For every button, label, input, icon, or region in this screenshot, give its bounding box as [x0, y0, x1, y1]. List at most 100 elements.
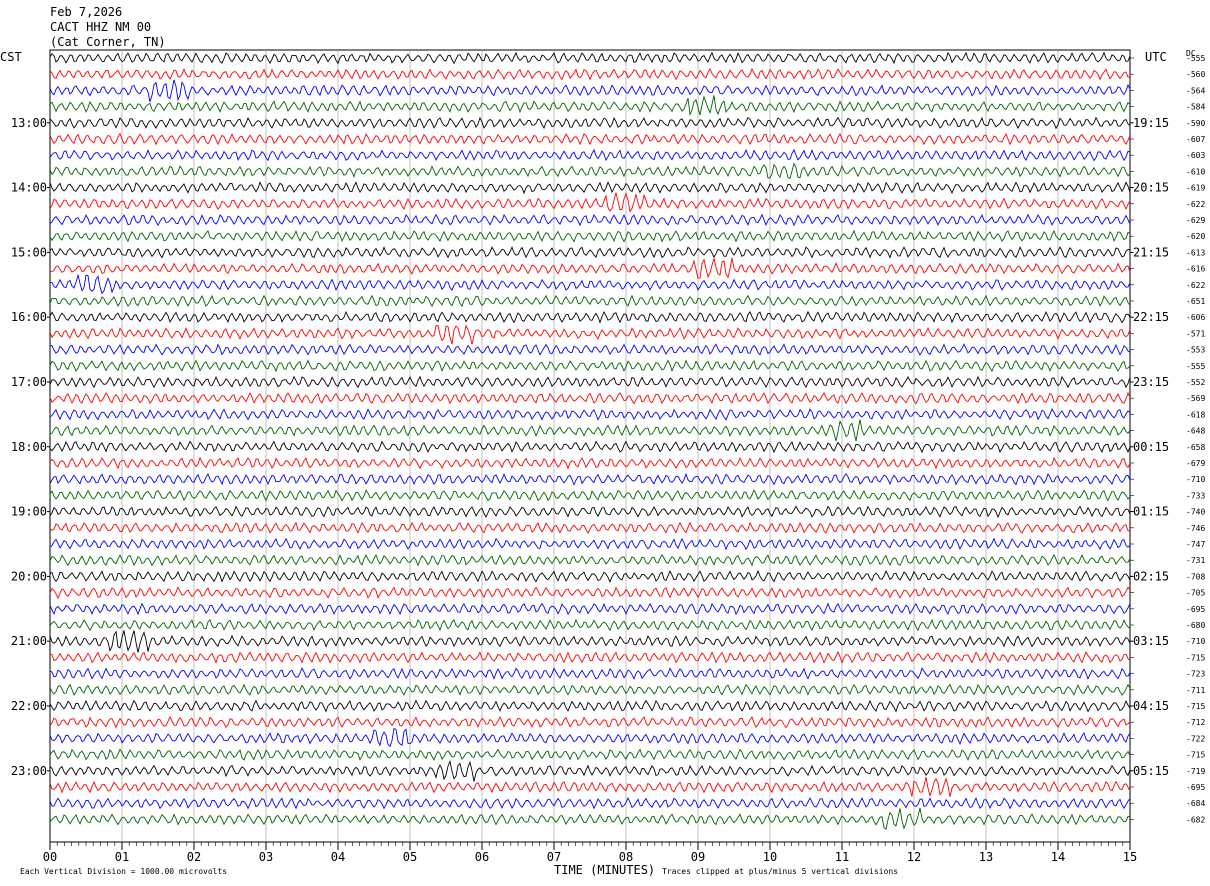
dc-offset-label: -740 — [1186, 508, 1205, 517]
dc-offset-label: -710 — [1186, 637, 1205, 646]
dc-offset-label: -607 — [1186, 135, 1205, 144]
dc-offset-label: -715 — [1186, 751, 1205, 760]
dc-offset-label: -622 — [1186, 200, 1205, 209]
dc-offset-label: -552 — [1186, 378, 1205, 387]
trace-line — [49, 537, 1131, 551]
dc-offset-label: -569 — [1186, 394, 1205, 403]
dc-offset-label: -695 — [1186, 783, 1205, 792]
dc-offset-label: -684 — [1186, 799, 1205, 808]
trace-line — [49, 630, 1131, 653]
trace-line — [49, 67, 1131, 81]
dc-offset-label: -715 — [1186, 702, 1205, 711]
trace-line — [49, 748, 1131, 761]
trace-line — [49, 213, 1131, 227]
trace-line — [49, 419, 1131, 442]
dc-offset-label: -712 — [1186, 718, 1205, 727]
left-hour-label: 18:00 — [11, 440, 47, 454]
trace-line — [49, 192, 1131, 213]
dc-offset-label: -553 — [1186, 346, 1205, 355]
right-hour-label: 00:15 — [1133, 440, 1169, 454]
trace-line — [49, 245, 1131, 259]
dc-offset-label: -719 — [1186, 767, 1205, 776]
x-tick-label: 15 — [1123, 850, 1137, 864]
trace-line — [49, 229, 1131, 243]
trace-line — [49, 796, 1131, 810]
dc-offset-label: -658 — [1186, 443, 1205, 452]
right-hour-label: 05:15 — [1133, 764, 1169, 778]
dc-offset-label: -629 — [1186, 216, 1205, 225]
trace-line — [49, 148, 1131, 162]
trace-line — [49, 51, 1131, 65]
trace-line — [49, 359, 1131, 373]
right-hour-label: 03:15 — [1133, 634, 1169, 648]
trace-line — [49, 683, 1131, 696]
trace-line — [49, 521, 1131, 534]
trace-line — [49, 440, 1131, 454]
left-hour-label: 17:00 — [11, 375, 47, 389]
trace-line — [49, 456, 1131, 470]
right-hour-label: 20:15 — [1133, 181, 1169, 195]
trace-line — [49, 132, 1131, 146]
trace-line — [49, 375, 1131, 389]
right-hour-label: 22:15 — [1133, 310, 1169, 324]
left-hour-label: 15:00 — [11, 245, 47, 259]
trace-line — [49, 310, 1131, 324]
left-hour-label: 19:00 — [11, 505, 47, 519]
trace-line — [49, 505, 1131, 519]
trace-line — [49, 472, 1131, 486]
dc-offset-label: -705 — [1186, 589, 1205, 598]
dc-offset-label: -746 — [1186, 524, 1205, 533]
trace-line — [49, 553, 1131, 567]
dc-offset-label: -616 — [1186, 265, 1205, 274]
x-tick-label: 03 — [259, 850, 273, 864]
dc-offset-label: -571 — [1186, 329, 1205, 338]
x-axis-title: TIME (MINUTES) — [554, 863, 656, 877]
trace-line — [49, 181, 1131, 195]
dc-offset-label: -733 — [1186, 491, 1205, 500]
trace-line — [49, 95, 1131, 117]
dc-offset-label: -555 — [1186, 54, 1205, 63]
left-hour-label: 21:00 — [11, 634, 47, 648]
dc-offset-label: -680 — [1186, 621, 1205, 630]
dc-offset-label: -590 — [1186, 119, 1205, 128]
trace-line — [49, 273, 1131, 295]
dc-offset-label: -619 — [1186, 184, 1205, 193]
right-hour-label: 23:15 — [1133, 375, 1169, 389]
trace-line — [49, 777, 1131, 798]
trace-line — [49, 391, 1131, 405]
dc-offset-label: -715 — [1186, 653, 1205, 662]
x-tick-label: 01 — [115, 850, 129, 864]
x-tick-label: 02 — [187, 850, 201, 864]
trace-line — [49, 727, 1131, 748]
trace-line — [49, 667, 1131, 681]
dc-offset-label: -679 — [1186, 459, 1205, 468]
dc-offset-label: -651 — [1186, 297, 1205, 306]
dc-offset-label: -622 — [1186, 281, 1205, 290]
scale-note: Each Vertical Division = 1000.00 microvo… — [20, 867, 228, 876]
trace-line — [49, 116, 1131, 130]
trace-line — [49, 162, 1131, 180]
trace-line — [49, 650, 1131, 664]
trace-line — [49, 343, 1131, 356]
x-tick-label: 13 — [979, 850, 993, 864]
dc-offset-label: -560 — [1186, 70, 1205, 79]
dc-offset-label: -564 — [1186, 86, 1205, 95]
left-hour-label: 23:00 — [11, 764, 47, 778]
dc-offset-label: -620 — [1186, 232, 1205, 241]
x-tick-label: 14 — [1051, 850, 1065, 864]
dc-offset-label: -555 — [1186, 362, 1205, 371]
dc-offset-label: -613 — [1186, 248, 1205, 257]
trace-line — [49, 715, 1131, 729]
x-tick-label: 09 — [691, 850, 705, 864]
left-hour-label: 14:00 — [11, 181, 47, 195]
x-tick-label: 11 — [835, 850, 849, 864]
right-hour-label: 19:15 — [1133, 116, 1169, 130]
trace-line — [49, 408, 1131, 421]
dc-offset-label: -747 — [1186, 540, 1205, 549]
left-hour-label: 16:00 — [11, 310, 47, 324]
dc-offset-label: -723 — [1186, 670, 1205, 679]
dc-offset-label: -603 — [1186, 151, 1205, 160]
dc-offset-label: -711 — [1186, 686, 1205, 695]
trace-line — [49, 79, 1131, 103]
dc-offset-label: -584 — [1186, 103, 1205, 112]
